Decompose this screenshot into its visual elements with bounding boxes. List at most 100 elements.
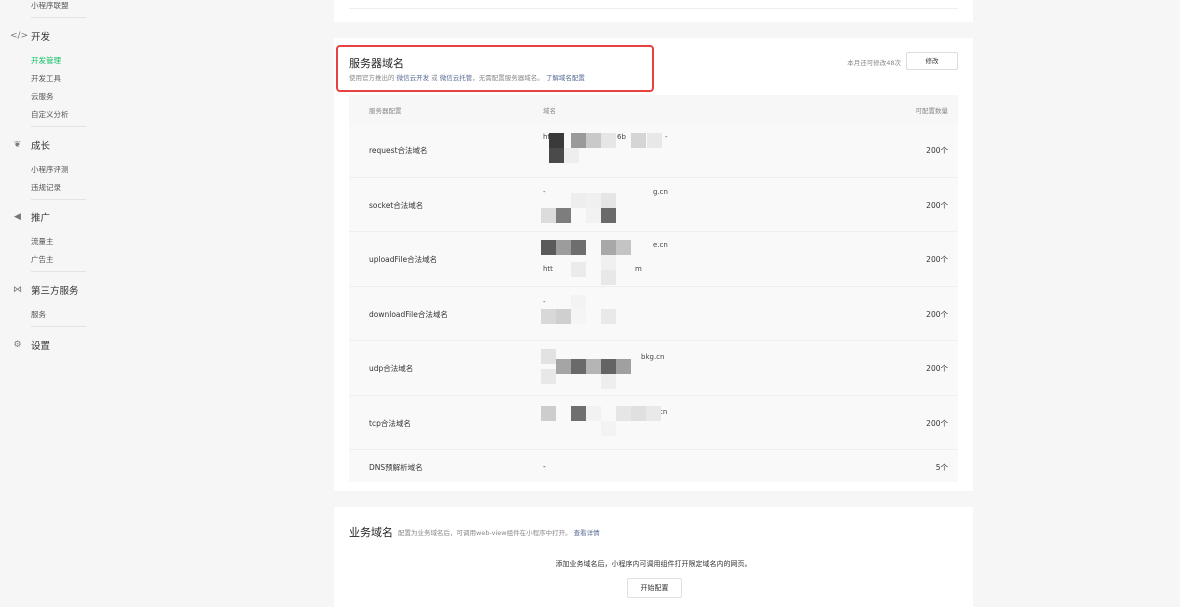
row-config-name: socket合法域名 [369,200,424,210]
mosaic-block [601,270,616,285]
sidebar-item-advertiser[interactable]: 广告主 [31,254,54,265]
sidebar-divider [31,271,86,272]
sidebar-item-traffic-owner[interactable]: 流量主 [31,236,54,247]
sidebar-item-service[interactable]: 服务 [31,309,46,320]
mosaic-block [541,207,556,223]
mosaic-block [586,207,601,223]
domain-fragment: bkg.cn [641,353,665,361]
sidebar-item-cloud-service[interactable]: 云服务 [31,91,54,102]
row-count: 200个 [926,200,948,210]
mosaic-block [647,133,662,148]
mosaic-block [616,240,631,255]
sidebar-group-label: 设置 [31,341,51,352]
domain-fragment: g.cn [653,187,668,196]
mosaic-block [601,308,616,324]
row-count: 200个 [926,309,948,319]
business-domain-desc: 配置为业务域名后，可调用web-view组件在小程序中打开。 查看详情 [398,527,600,537]
mosaic-block [601,359,616,374]
mosaic-block [571,262,586,277]
edit-button[interactable]: 修改 [906,52,958,70]
sidebar-item-custom-analysis[interactable]: 自定义分析 [31,109,69,120]
start-config-button[interactable]: 开始配置 [627,578,682,598]
mosaic-block [556,207,571,223]
row-config-name: downloadFile合法域名 [369,309,448,319]
mosaic-block [586,192,601,208]
row-count: 5个 [935,463,948,472]
sidebar-group-settings[interactable]: ⚙ 设置 [10,338,50,352]
row-count: 200个 [926,418,948,428]
mosaic-block [541,240,556,255]
mosaic-block [571,359,586,374]
row-count: 200个 [926,146,948,155]
mosaic-block [571,308,586,324]
mosaic-block [631,133,646,148]
mosaic-block [601,192,616,208]
previous-section-card [334,0,973,22]
sidebar-divider [31,126,86,127]
row-config-name: uploadFile合法域名 [369,255,438,264]
mosaic-block [556,308,571,324]
table-row: request合法域名 ht 6b - 200个 [349,123,958,178]
row-domain-masked: e.cn htt m [541,232,671,285]
business-domain-card: 业务域名 配置为业务域名后，可调用web-view组件在小程序中打开。 查看详情… [334,507,973,607]
code-icon: </> [10,31,29,41]
domain-fragment: 6b [617,133,626,141]
column-header-domain: 域名 [543,107,556,115]
view-details-link[interactable]: 查看详情 [574,529,600,537]
sidebar-item-violations[interactable]: 违规记录 [31,182,61,193]
domain-fragment: htt [543,265,553,273]
mosaic-block [571,192,586,208]
mosaic-block [616,405,631,421]
quota-text: 本月还可修改48次 [847,59,901,67]
mosaic-block [556,359,571,374]
mosaic-block [541,308,556,324]
mosaic-block [601,133,616,148]
mosaic-block [601,255,616,270]
business-domain-title: 业务域名 [349,526,393,539]
mosaic-block [564,148,579,163]
mosaic-block [549,133,564,148]
sidebar-group-growth[interactable]: ❦ 成长 [10,138,50,152]
row-domain-masked: - [541,287,671,340]
mosaic-block [586,133,601,148]
sidebar-divider [31,326,86,327]
row-domain-masked: cn [541,396,671,449]
mosaic-block [601,374,616,389]
business-domain-empty-text: 添加业务域名后，小程序内可调用组件打开限定域名内的网页。 [555,560,752,568]
divider [349,8,958,9]
sidebar-item-mini-program-union[interactable]: 小程序联盟 [31,0,69,11]
domain-fragment: - [543,187,546,196]
sidebar-group-third-party[interactable]: ⋈ 第三方服务 [10,283,79,297]
mosaic-block [616,359,631,374]
row-domain: - [543,462,546,471]
column-header-count: 可配置数量 [915,107,949,115]
megaphone-icon: ◀ [14,212,21,222]
sidebar-item-dev-management[interactable]: 开发管理 [31,55,61,66]
mosaic-block [549,148,564,163]
sidebar-item-evaluation[interactable]: 小程序评测 [31,164,69,175]
row-count: 200个 [926,364,948,373]
sidebar-group-label: 开发 [31,32,51,43]
third-party-icon: ⋈ [13,285,22,295]
row-config-name: request合法域名 [369,146,428,155]
highlight-annotation-box [336,45,654,92]
domain-fragment: m [635,265,642,273]
table-row: tcp合法域名 cn 200个 [349,395,958,450]
row-config-name: DNS预解析域名 [369,463,423,472]
sidebar-group-develop[interactable]: </> 开发 [10,29,50,43]
mosaic-block [601,420,616,436]
mosaic-block [601,240,616,255]
sidebar-item-dev-tools[interactable]: 开发工具 [31,73,61,84]
mosaic-block [646,405,661,421]
mosaic-block [571,405,586,421]
mosaic-block [541,369,556,384]
sidebar-group-label: 成长 [31,141,51,152]
sidebar-divider [31,17,86,18]
sidebar-group-promotion[interactable]: ◀ 推广 [10,210,50,224]
mosaic-block [601,207,616,223]
column-header-config: 服务器配置 [369,107,402,115]
mosaic-block [571,240,586,255]
mosaic-block [631,405,646,421]
table-header: 服务器配置 域名 可配置数量 [349,95,958,123]
table-row: udp合法域名 bkg.cn w 200个 [349,341,958,396]
